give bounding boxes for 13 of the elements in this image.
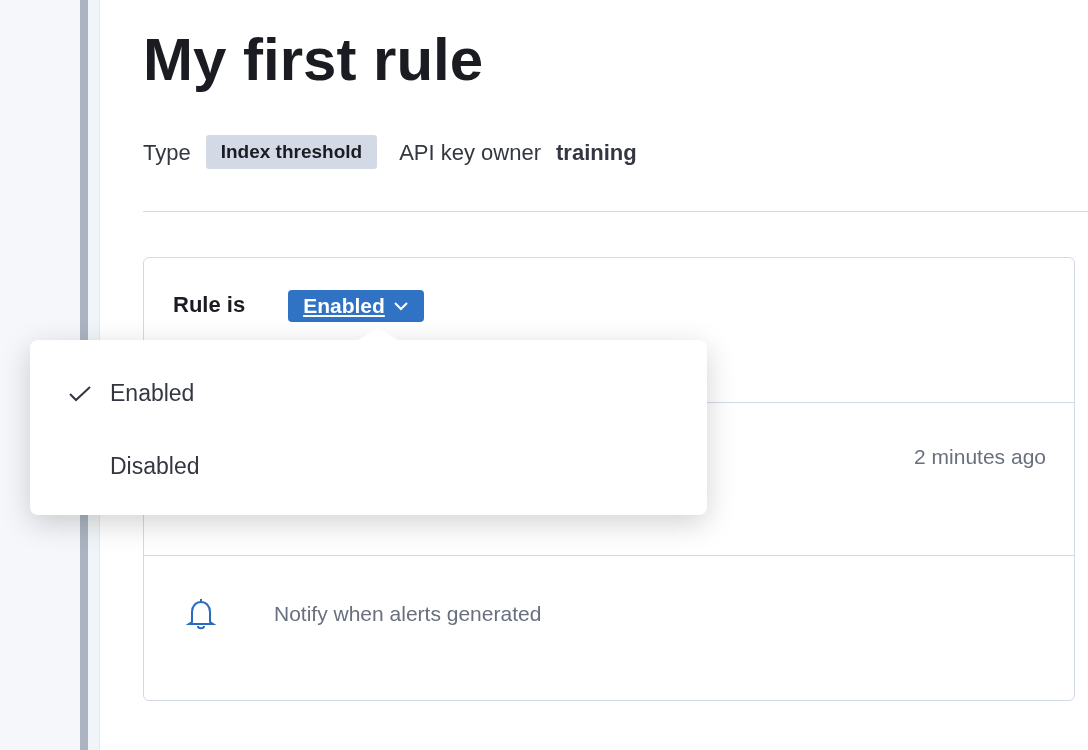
menu-option[interactable]: Enabled [30, 357, 707, 430]
notify-text: Notify when alerts generated [274, 601, 542, 627]
page-title: My first rule [143, 25, 484, 95]
status-label: Rule is [173, 291, 246, 319]
status-dropdown-button[interactable]: Enabled [288, 290, 424, 322]
menu-option[interactable]: Disabled [30, 430, 707, 503]
owner-label: API key owner [399, 138, 541, 167]
type-label: Type [143, 138, 191, 167]
last-updated-text: 2 minutes ago [914, 444, 1046, 470]
chevron-down-icon [392, 301, 409, 311]
type-badge: Index threshold [205, 135, 378, 169]
bell-icon [186, 598, 216, 630]
owner-name: training [556, 138, 637, 167]
